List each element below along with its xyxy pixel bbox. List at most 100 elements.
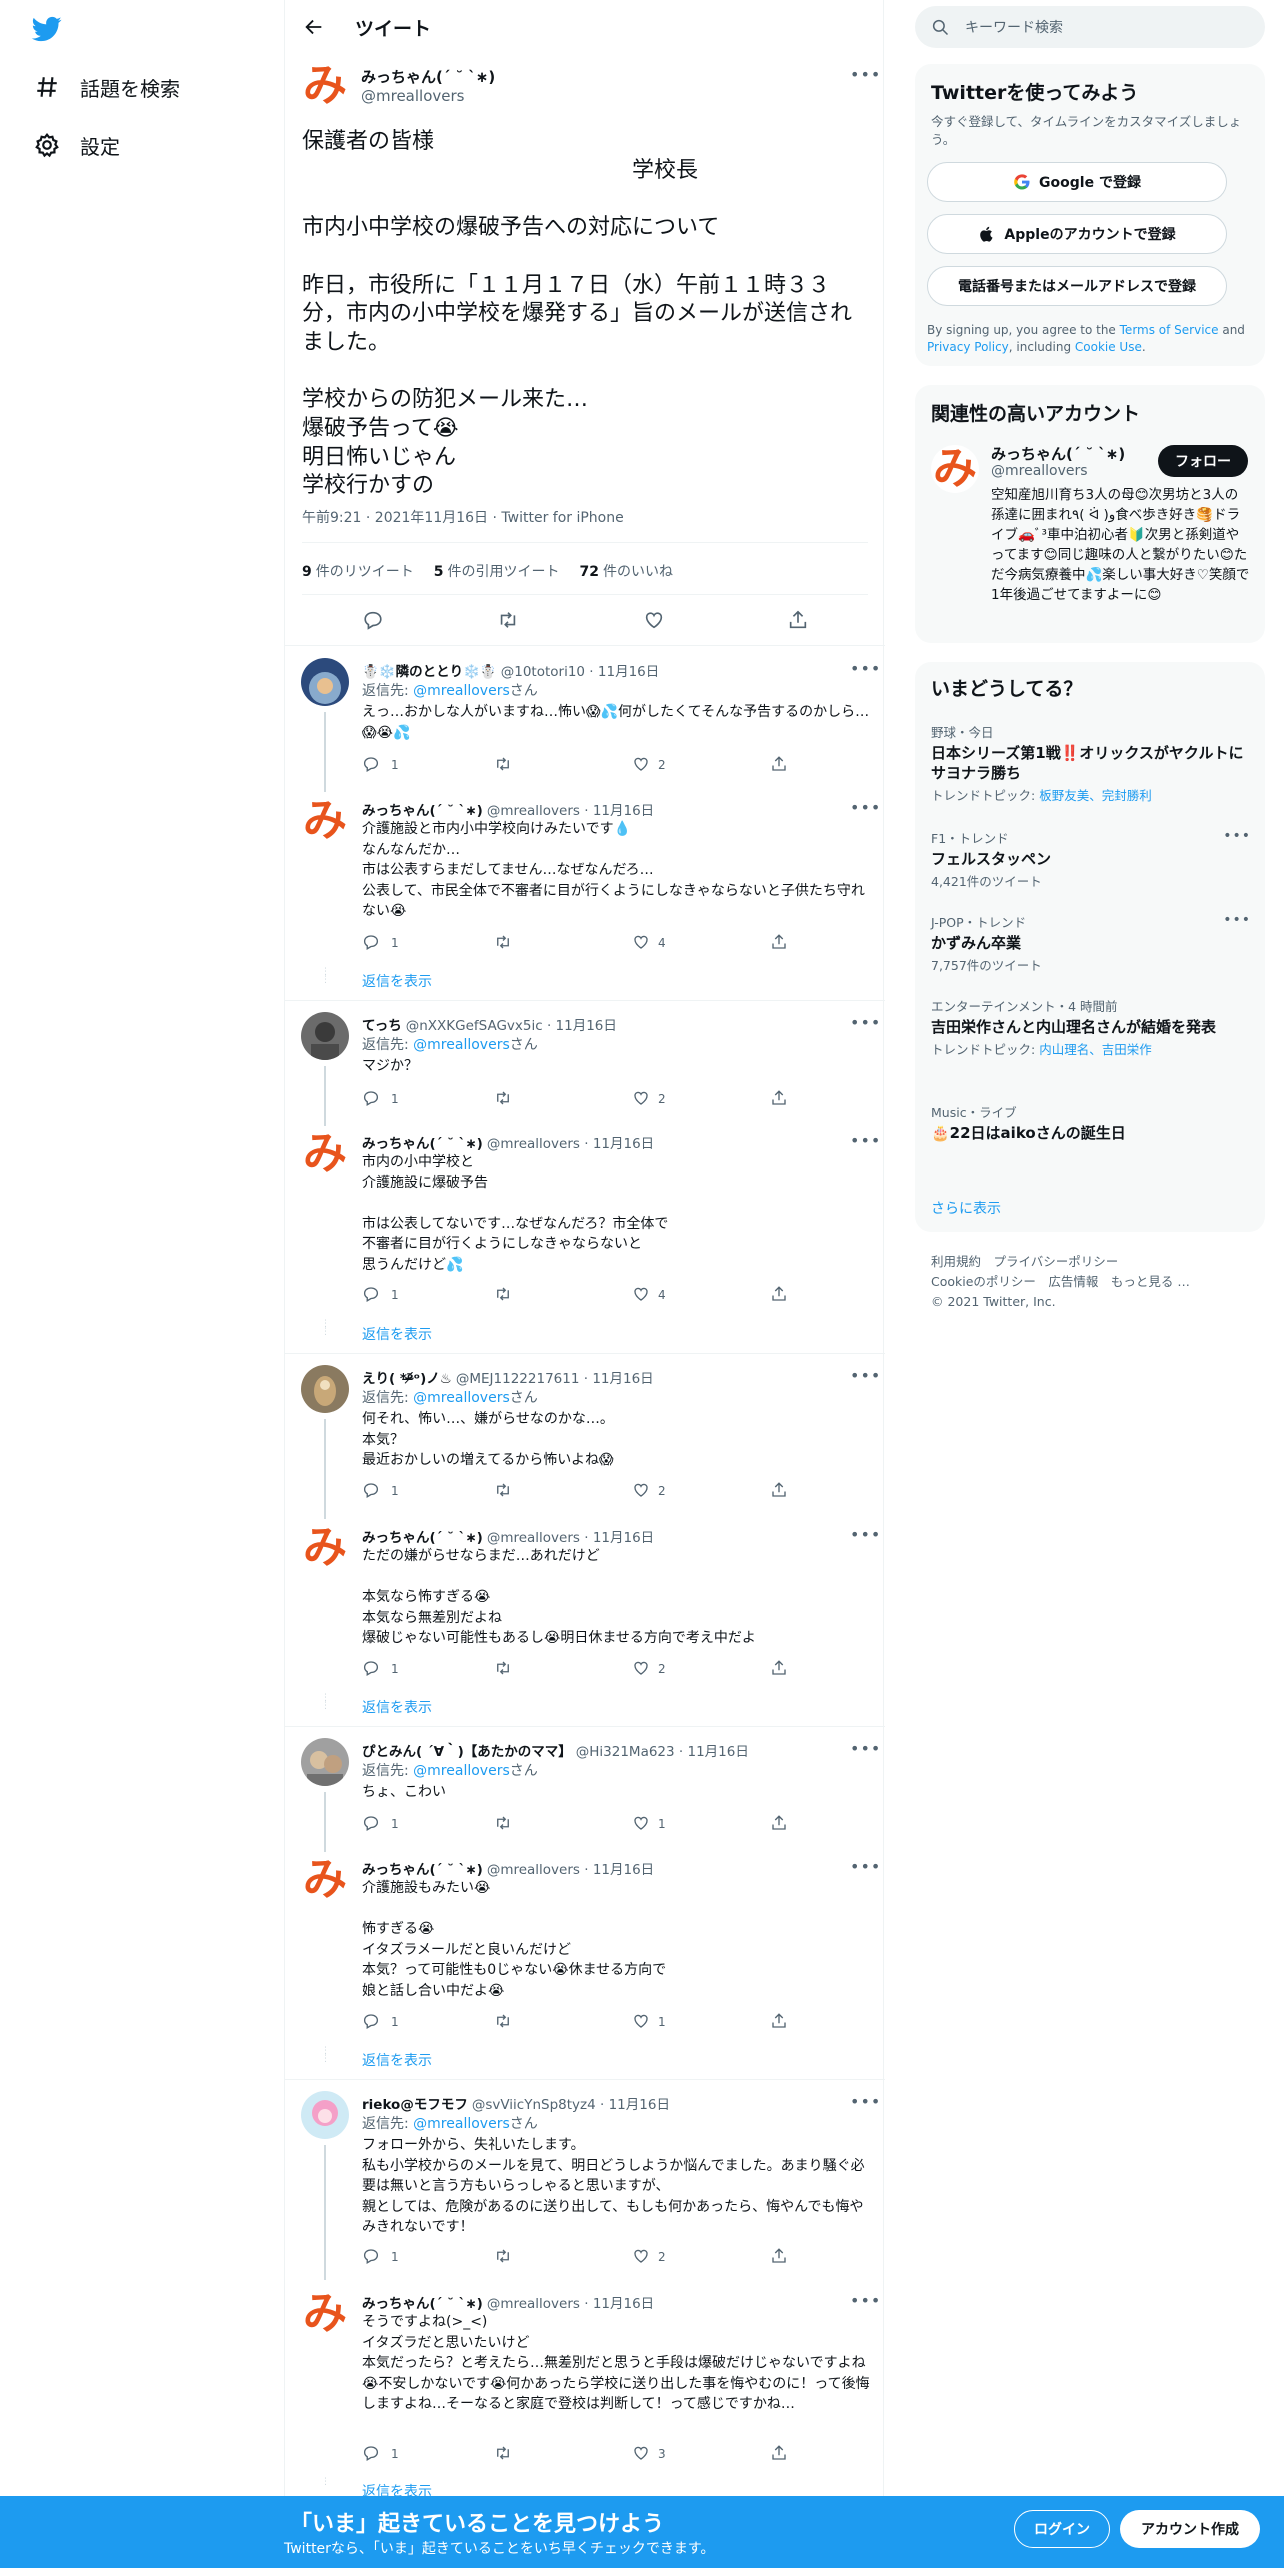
login-button[interactable]: ログイン xyxy=(1014,2510,1110,2548)
avatar[interactable]: み xyxy=(301,1130,349,1178)
more-options-icon[interactable]: ••• xyxy=(850,1368,880,1384)
trend-item[interactable]: J-POP・トレンド かずみん卒業 7,757件のツイート ••• xyxy=(931,912,1251,974)
terms-link[interactable]: Terms of Service xyxy=(1120,323,1219,337)
more-options-icon[interactable]: ••• xyxy=(850,800,880,816)
retweet-icon[interactable] xyxy=(494,2247,512,2265)
reply-icon[interactable] xyxy=(362,933,380,951)
avatar[interactable]: み xyxy=(301,2290,349,2338)
share-icon[interactable] xyxy=(770,2444,788,2462)
heart-icon[interactable] xyxy=(643,609,665,631)
author-name[interactable]: みっちゃん(´ ˘ `∗) xyxy=(361,66,495,87)
heart-icon[interactable] xyxy=(632,933,650,951)
heart-icon[interactable] xyxy=(632,2012,650,2030)
more-options-icon[interactable]: ••• xyxy=(1223,912,1251,928)
heart-icon[interactable] xyxy=(632,755,650,773)
more-options-icon[interactable]: ••• xyxy=(850,1741,880,1757)
reply-icon[interactable] xyxy=(362,2247,380,2265)
author-handle[interactable]: @mreallovers xyxy=(361,87,464,105)
heart-icon[interactable] xyxy=(632,2247,650,2265)
share-icon[interactable] xyxy=(787,609,809,631)
share-icon[interactable] xyxy=(770,1285,788,1303)
avatar[interactable] xyxy=(301,1365,349,1413)
retweet-icon[interactable] xyxy=(494,1285,512,1303)
mention-link[interactable]: @mreallovers xyxy=(413,683,510,699)
reply-tweet[interactable]: み みっちゃん(´ ˘ `∗) @mreallovers · 11月16日 •••… xyxy=(285,1130,885,1290)
retweet-icon[interactable] xyxy=(494,933,512,951)
avatar[interactable]: み xyxy=(301,1524,349,1572)
trend-topic-links[interactable]: 板野友美、完封勝利 xyxy=(1039,788,1152,803)
like-stat[interactable]: 72 件のいいね xyxy=(580,561,673,581)
trend-item[interactable]: 野球・今日 日本シリーズ第1戦‼️オリックスがヤクルトにサヨナラ勝ち トレンドト… xyxy=(931,722,1251,804)
more-options-icon[interactable]: ••• xyxy=(850,1527,880,1543)
more-options-icon[interactable]: ••• xyxy=(850,1859,880,1875)
avatar[interactable]: み xyxy=(301,1856,349,1904)
footer-line[interactable]: Cookieのポリシー 広告情報 もっと見る … xyxy=(931,1272,1261,1292)
share-icon[interactable] xyxy=(770,933,788,951)
avatar[interactable]: み xyxy=(931,445,979,493)
trend-item[interactable]: エンターテインメント・4 時間前 吉田栄作さんと内山理名さんが結婚を発表 トレン… xyxy=(931,996,1251,1058)
reply-tweet[interactable]: rieko@モフモフ @svViicYnSp8tyz4 · 11月16日 ••• … xyxy=(285,2091,885,2241)
follow-button[interactable]: フォロー xyxy=(1158,445,1248,477)
share-icon[interactable] xyxy=(770,2247,788,2265)
reply-icon[interactable] xyxy=(362,1659,380,1677)
search-box[interactable]: キーワード検索 xyxy=(915,6,1265,48)
more-options-icon[interactable]: ••• xyxy=(850,661,880,677)
apple-signup-button[interactable]: Appleのアカウントで登録 xyxy=(927,214,1227,254)
show-replies-link[interactable]: 返信を表示 xyxy=(362,2050,432,2070)
avatar[interactable]: み xyxy=(301,62,349,110)
reply-icon[interactable] xyxy=(362,2012,380,2030)
heart-icon[interactable] xyxy=(632,1659,650,1677)
reply-icon[interactable] xyxy=(362,1285,380,1303)
reply-icon[interactable] xyxy=(362,1089,380,1107)
reply-tweet[interactable]: ☃️❄️隣のととり❄️☃️ @10totori10 · 11月16日 ••• 返信… xyxy=(285,658,885,758)
twitter-bird-icon[interactable] xyxy=(30,14,64,44)
more-options-icon[interactable]: ••• xyxy=(1223,828,1251,844)
heart-icon[interactable] xyxy=(632,1089,650,1107)
retweet-icon[interactable] xyxy=(497,609,519,631)
nav-settings[interactable]: 設定 xyxy=(34,125,120,165)
avatar[interactable]: み xyxy=(301,797,349,845)
reply-tweet[interactable]: み みっちゃん(´ ˘ `∗) @mreallovers · 11月16日 •••… xyxy=(285,797,885,937)
mention-link[interactable]: @mreallovers xyxy=(413,2116,510,2132)
retweet-icon[interactable] xyxy=(494,755,512,773)
more-options-icon[interactable]: ••• xyxy=(850,2293,880,2309)
trend-item[interactable]: F1・トレンド フェルスタッペン 4,421件のツイート ••• xyxy=(931,828,1251,890)
share-icon[interactable] xyxy=(770,1814,788,1832)
avatar[interactable] xyxy=(301,1738,349,1786)
trend-topic-links[interactable]: 内山理名、吉田栄作 xyxy=(1039,1042,1152,1057)
more-options-icon[interactable]: ••• xyxy=(850,2094,880,2110)
back-arrow-icon[interactable] xyxy=(303,16,325,38)
reply-tweet[interactable]: み みっちゃん(´ ˘ `∗) @mreallovers · 11月16日 •••… xyxy=(285,1856,885,2016)
reply-icon[interactable] xyxy=(362,1814,380,1832)
cookie-link[interactable]: Cookie Use xyxy=(1075,340,1142,354)
retweet-icon[interactable] xyxy=(494,1659,512,1677)
heart-icon[interactable] xyxy=(632,2444,650,2462)
more-options-icon[interactable]: ••• xyxy=(850,67,880,83)
retweet-icon[interactable] xyxy=(494,1814,512,1832)
share-icon[interactable] xyxy=(770,1089,788,1107)
avatar[interactable] xyxy=(301,2091,349,2139)
reply-icon[interactable] xyxy=(362,2444,380,2462)
more-options-icon[interactable]: ••• xyxy=(850,1133,880,1149)
more-options-icon[interactable]: ••• xyxy=(850,1015,880,1031)
retweet-icon[interactable] xyxy=(494,1089,512,1107)
show-replies-link[interactable]: 返信を表示 xyxy=(362,971,432,991)
retweet-icon[interactable] xyxy=(494,2444,512,2462)
quote-stat[interactable]: 5 件の引用ツイート xyxy=(434,561,560,581)
heart-icon[interactable] xyxy=(632,1814,650,1832)
reply-tweet[interactable]: えり( *ᵒ̴̶̷᷄ᵒ)ノ♨ @MEJ1122217611 · 11月16日 ••… xyxy=(285,1365,885,1475)
reply-tweet[interactable]: み みっちゃん(´ ˘ `∗) @mreallovers · 11月16日 •••… xyxy=(285,2290,885,2440)
avatar[interactable] xyxy=(301,658,349,706)
mention-link[interactable]: @mreallovers xyxy=(413,1037,510,1053)
phone-email-signup-button[interactable]: 電話番号またはメールアドレスで登録 xyxy=(927,266,1227,306)
retweet-icon[interactable] xyxy=(494,2012,512,2030)
footer-line[interactable]: 利用規約 プライバシーポリシー xyxy=(931,1252,1261,1272)
privacy-link[interactable]: Privacy Policy xyxy=(927,340,1009,354)
google-signup-button[interactable]: Google で登録 xyxy=(927,162,1227,202)
show-more-trends-link[interactable]: さらに表示 xyxy=(931,1198,1001,1218)
signup-button[interactable]: アカウント作成 xyxy=(1120,2510,1260,2548)
share-icon[interactable] xyxy=(770,2012,788,2030)
related-account-name[interactable]: みっちゃん(´ ˘ `∗) xyxy=(991,443,1125,464)
trend-item[interactable]: Music・ライブ 🎂22日はaikoさんの誕生日 xyxy=(931,1102,1251,1143)
reply-icon[interactable] xyxy=(362,609,384,631)
